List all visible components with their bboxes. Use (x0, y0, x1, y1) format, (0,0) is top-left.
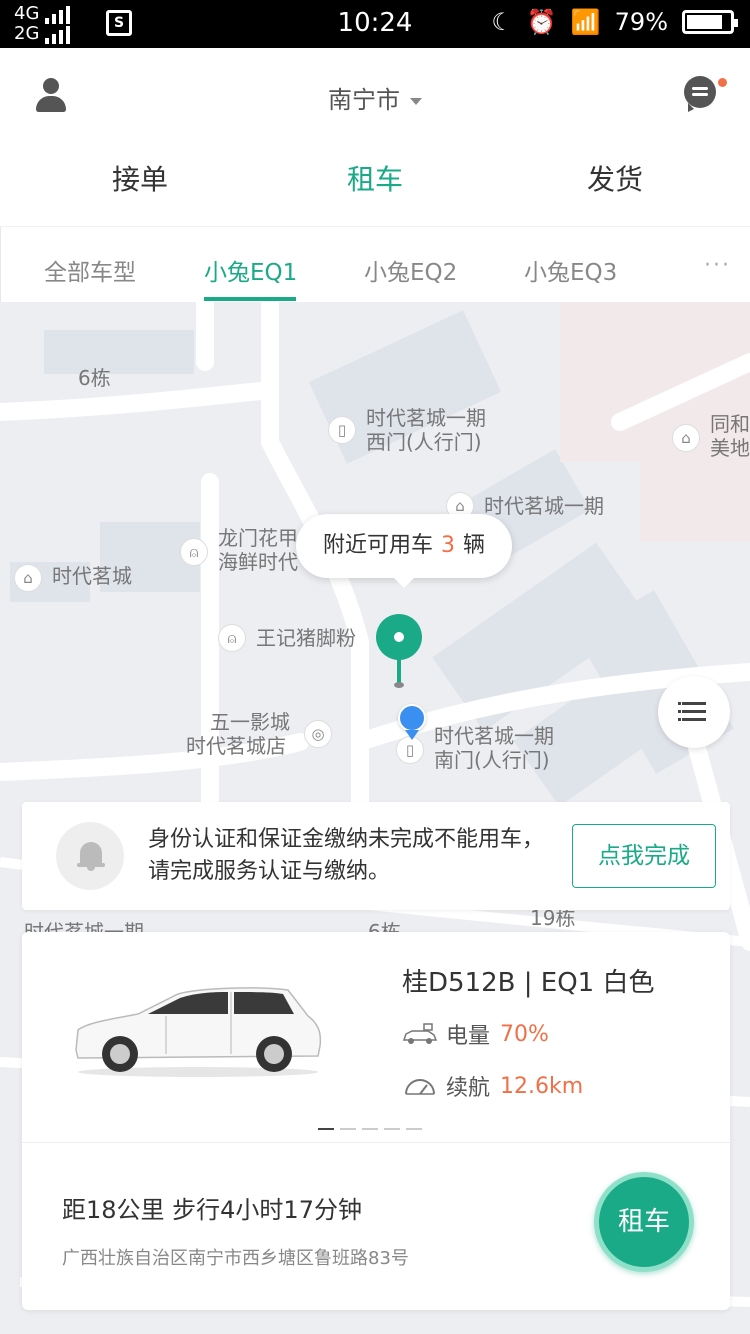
range-label: 续航 (446, 1076, 491, 1101)
list-view-button[interactable] (658, 676, 730, 748)
range-value: 12.6km (500, 1073, 584, 1099)
map-label: 南门(人行门) (434, 748, 550, 772)
notice-text: 身份认证和保证金缴纳未完成不能用车，请完成服务认证与缴纳。 (148, 827, 545, 884)
chevron-down-icon (410, 97, 422, 105)
app-header: 南宁市 接单 租车 发货 全部车型 小兔EQ1 小兔EQ2 小兔EQ3 ··· (0, 48, 750, 303)
rent-button[interactable]: 租车 (594, 1172, 694, 1272)
pin-base (394, 682, 404, 688)
battery-value: 70% (500, 1021, 549, 1047)
carousel-pager (318, 1128, 422, 1130)
tab-orders[interactable]: 接单 (50, 158, 230, 198)
heading-arrow-icon (405, 730, 419, 740)
complete-now-button[interactable]: 点我完成 (572, 824, 716, 888)
gate-icon: ▯ (328, 416, 356, 444)
status-bar: 4G 2G S 10:24 ☾ ⏰ 📶 79% (0, 0, 750, 48)
car-address: 广西壮族自治区南宁市西乡塘区鲁班路83号 (62, 1248, 409, 1269)
alarm-icon: ⏰ (526, 8, 557, 36)
bubble-prefix: 附近可用车 (322, 533, 433, 558)
pager-dot (340, 1128, 356, 1130)
verification-notice: 身份认证和保证金缴纳未完成不能用车，请完成服务认证与缴纳。 点我完成 (22, 802, 730, 910)
unread-badge (718, 78, 727, 87)
battery-label: 电量 (446, 1024, 491, 1049)
wifi-icon: 📶 (570, 8, 601, 36)
battery-percent: 79% (614, 8, 668, 36)
divider (0, 227, 1, 303)
map-label: 王记猪脚粉 (256, 626, 356, 650)
map-label: 海鲜时代 (218, 550, 298, 574)
pin-stem (397, 656, 401, 684)
home-icon: ⌂ (672, 424, 700, 452)
more-icon[interactable]: ··· (704, 253, 731, 278)
bubble-suffix: 辆 (463, 533, 486, 558)
gate-icon: ▯ (396, 736, 424, 764)
map-label: 五一影城 (210, 710, 290, 734)
gauge-icon (405, 1079, 435, 1095)
walking-distance: 距18公里 步行4小时17分钟 (62, 1196, 362, 1224)
restaurant-icon: ⍝ (180, 538, 208, 566)
map-label: 时代茗城 (52, 564, 132, 588)
city-label: 南宁市 (328, 86, 400, 114)
moon-icon: ☾ (491, 8, 513, 36)
home-icon: ⌂ (14, 564, 42, 592)
bell-icon (56, 822, 124, 890)
map-label: 美地 (710, 436, 750, 460)
subtab-eq2[interactable]: 小兔EQ2 (364, 253, 457, 287)
main-tabs: 接单 租车 发货 (0, 158, 750, 210)
subtab-eq1[interactable]: 小兔EQ1 (204, 253, 297, 287)
car-card[interactable]: 桂D512B | EQ1 白色 电量 70% 续航 12.6km 距18公里 步… (22, 932, 730, 1310)
map-label: 时代茗城一期 (434, 724, 554, 748)
car-location-pin-icon[interactable] (376, 614, 422, 660)
nearby-cars-bubble[interactable]: 附近可用车 3 辆 (296, 514, 512, 588)
active-tab-indicator (204, 297, 296, 301)
pager-dot (384, 1128, 400, 1130)
vehicle-type-tabs: 全部车型 小兔EQ1 小兔EQ2 小兔EQ3 ··· (0, 226, 750, 303)
map-label: 龙门花甲 (218, 526, 298, 550)
car-image (75, 987, 322, 1077)
pager-dot (362, 1128, 378, 1130)
subtab-eq3[interactable]: 小兔EQ3 (524, 253, 617, 287)
pager-dot (318, 1128, 334, 1130)
map-label: 西门(人行门) (366, 430, 482, 454)
battery-stat: 电量 70% (402, 1018, 549, 1050)
map-label: 6栋 (78, 366, 111, 390)
restaurant-icon: ⍝ (218, 624, 246, 652)
pager-dot (406, 1128, 422, 1130)
charging-car-icon (402, 1023, 438, 1044)
tab-rent[interactable]: 租车 (285, 158, 465, 198)
map-label: 时代茗城一期 (366, 406, 486, 430)
message-icon[interactable] (684, 76, 716, 112)
tab-shipping[interactable]: 发货 (525, 158, 705, 198)
my-location-icon (398, 704, 426, 732)
range-stat: 续航 12.6km (402, 1070, 583, 1102)
car-plate: 桂D512B | EQ1 白色 (402, 968, 655, 998)
map-label: 时代茗城一期 (484, 494, 604, 518)
battery-icon (682, 10, 738, 34)
map-label: 时代茗城店 (186, 734, 286, 758)
divider (22, 1142, 730, 1143)
nearby-car-count: 3 (441, 533, 455, 558)
map-label: 同和 (710, 412, 750, 436)
subtab-all[interactable]: 全部车型 (44, 253, 136, 287)
cinema-icon: ◎ (304, 720, 332, 748)
city-selector[interactable]: 南宁市 (0, 80, 750, 115)
